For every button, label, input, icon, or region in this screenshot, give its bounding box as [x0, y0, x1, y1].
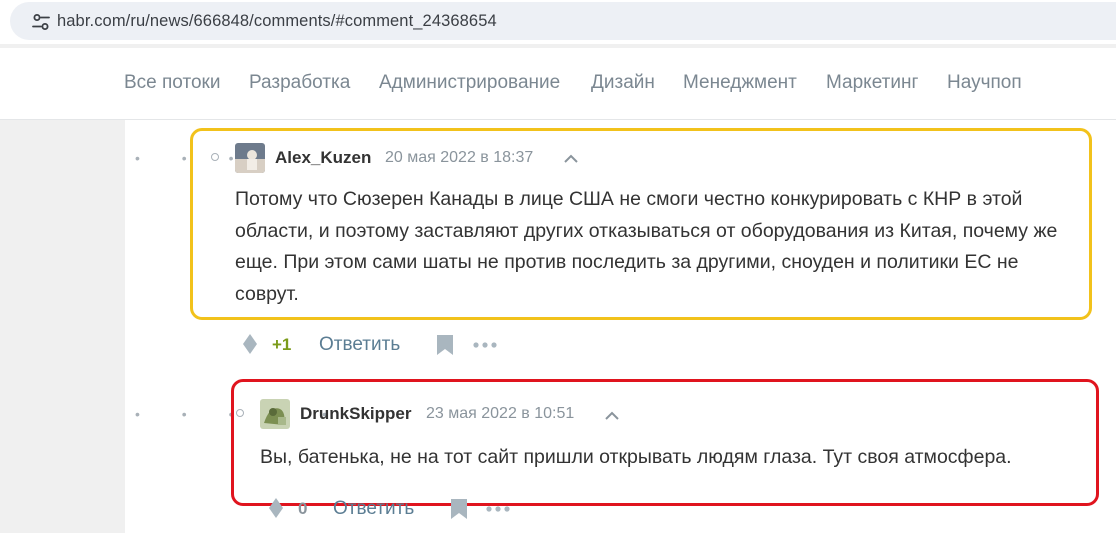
- comment-score: +1: [272, 335, 292, 354]
- nav-item-administration[interactable]: Администрирование: [379, 72, 560, 94]
- site-settings-icon[interactable]: [32, 13, 50, 31]
- nav-item-marketing[interactable]: Маркетинг: [826, 72, 918, 94]
- vote-icon[interactable]: [243, 334, 257, 354]
- comment-text: Потому что Сюзерен Канады в лице США не …: [235, 188, 1058, 305]
- comments-area: • • • Alex_Kuzen 20 мая 2022 в 18:37 Пот…: [125, 120, 1116, 533]
- comment-author[interactable]: DrunkSkipper: [300, 404, 411, 424]
- comment-date[interactable]: 23 мая 2022 в 10:51: [426, 405, 574, 423]
- hubs-nav: Все потоки Разработка Администрирование …: [0, 48, 1116, 120]
- nav-item-management[interactable]: Менеджмент: [683, 72, 797, 94]
- nav-item-all-streams[interactable]: Все потоки: [124, 72, 220, 94]
- comment-footer-partial: 0 Ответить: [125, 498, 1116, 533]
- comment-score: 0: [298, 499, 308, 518]
- reply-button[interactable]: Ответить: [333, 498, 414, 520]
- bookmark-icon[interactable]: [451, 499, 467, 519]
- nav-item-design[interactable]: Дизайн: [591, 72, 655, 94]
- url-text[interactable]: habr.com/ru/news/666848/comments/#commen…: [57, 12, 497, 31]
- vote-icon[interactable]: [269, 498, 283, 518]
- nav-item-development[interactable]: Разработка: [249, 72, 350, 94]
- nav-item-popsci[interactable]: Научпоп: [947, 72, 1022, 94]
- url-field[interactable]: habr.com/ru/news/666848/comments/#commen…: [10, 2, 1116, 40]
- more-icon[interactable]: [486, 506, 510, 512]
- chevron-up-icon[interactable]: [605, 411, 619, 420]
- bookmark-icon[interactable]: [437, 335, 453, 355]
- comment-text: Вы, батенька, не на тот сайт пришли откр…: [260, 446, 1012, 468]
- browser-address-bar: habr.com/ru/news/666848/comments/#commen…: [0, 0, 1116, 44]
- comment-date[interactable]: 20 мая 2022 в 18:37: [385, 149, 533, 167]
- reply-button[interactable]: Ответить: [319, 334, 400, 356]
- comment-author[interactable]: Alex_Kuzen: [275, 148, 371, 168]
- more-icon[interactable]: [473, 342, 497, 348]
- avatar[interactable]: [260, 399, 290, 429]
- avatar[interactable]: [235, 143, 265, 173]
- chevron-up-icon[interactable]: [564, 154, 578, 163]
